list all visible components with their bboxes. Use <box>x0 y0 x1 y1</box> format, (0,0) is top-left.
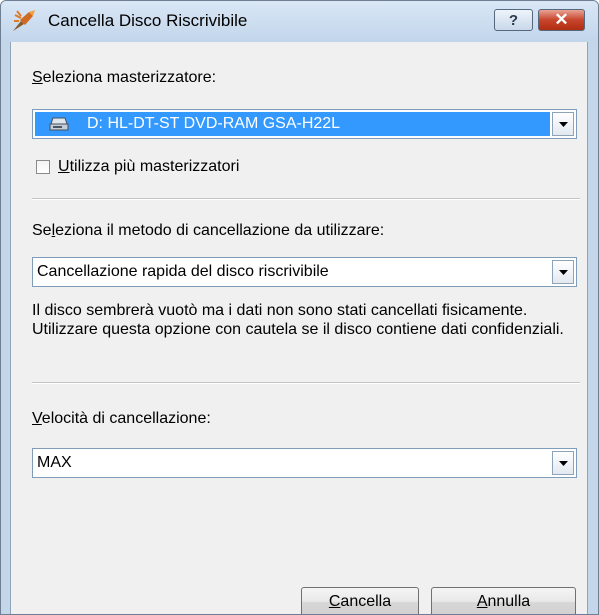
multi-recorder-label[interactable]: Utilizza più masterizzatori <box>58 158 239 176</box>
cancel-button[interactable]: Annulla <box>431 587 576 614</box>
speed-select-value: MAX <box>37 454 72 471</box>
dialog-window: Cancella Disco Riscrivibile ? ✕ Selezion… <box>0 0 599 615</box>
recorder-label: Seleziona masterizzatore: <box>32 69 217 86</box>
speed-dropdown-button[interactable] <box>552 451 574 475</box>
speed-select[interactable]: MAX <box>32 448 577 478</box>
dialog-body: Seleziona masterizzatore: D: HL-DT-ST DV… <box>10 42 588 614</box>
title-bar[interactable]: Cancella Disco Riscrivibile ? ✕ <box>1 1 598 42</box>
drive-icon <box>49 117 69 131</box>
recorder-select-highlight: D: HL-DT-ST DVD-RAM GSA-H22L <box>35 112 550 136</box>
help-icon: ? <box>508 11 519 29</box>
recorder-dropdown-button[interactable] <box>552 112 574 136</box>
chevron-down-icon <box>558 460 568 466</box>
window-title: Cancella Disco Riscrivibile <box>48 11 248 30</box>
method-select-value: Cancellazione rapida del disco riscrivib… <box>37 263 329 280</box>
app-icon <box>13 10 35 31</box>
method-select[interactable]: Cancellazione rapida del disco riscrivib… <box>32 257 577 287</box>
separator <box>32 198 580 200</box>
multi-recorder-checkbox[interactable] <box>36 160 50 174</box>
help-button[interactable]: ? <box>494 9 533 31</box>
speed-label: Velocità di cancellazione: <box>32 410 211 427</box>
recorder-select[interactable]: D: HL-DT-ST DVD-RAM GSA-H22L <box>32 109 577 139</box>
method-label: Seleziona il metodo di cancellazione da … <box>32 222 385 239</box>
erase-button[interactable]: Cancella <box>301 587 419 614</box>
chevron-down-icon <box>558 121 568 127</box>
close-icon: ✕ <box>554 10 569 29</box>
separator <box>32 382 580 384</box>
method-dropdown-button[interactable] <box>552 260 574 284</box>
recorder-select-value: D: HL-DT-ST DVD-RAM GSA-H22L <box>87 115 341 132</box>
method-description: Il disco sembrerà vuotò ma i dati non so… <box>32 302 564 338</box>
close-button[interactable]: ✕ <box>538 9 585 31</box>
chevron-down-icon <box>558 269 568 275</box>
